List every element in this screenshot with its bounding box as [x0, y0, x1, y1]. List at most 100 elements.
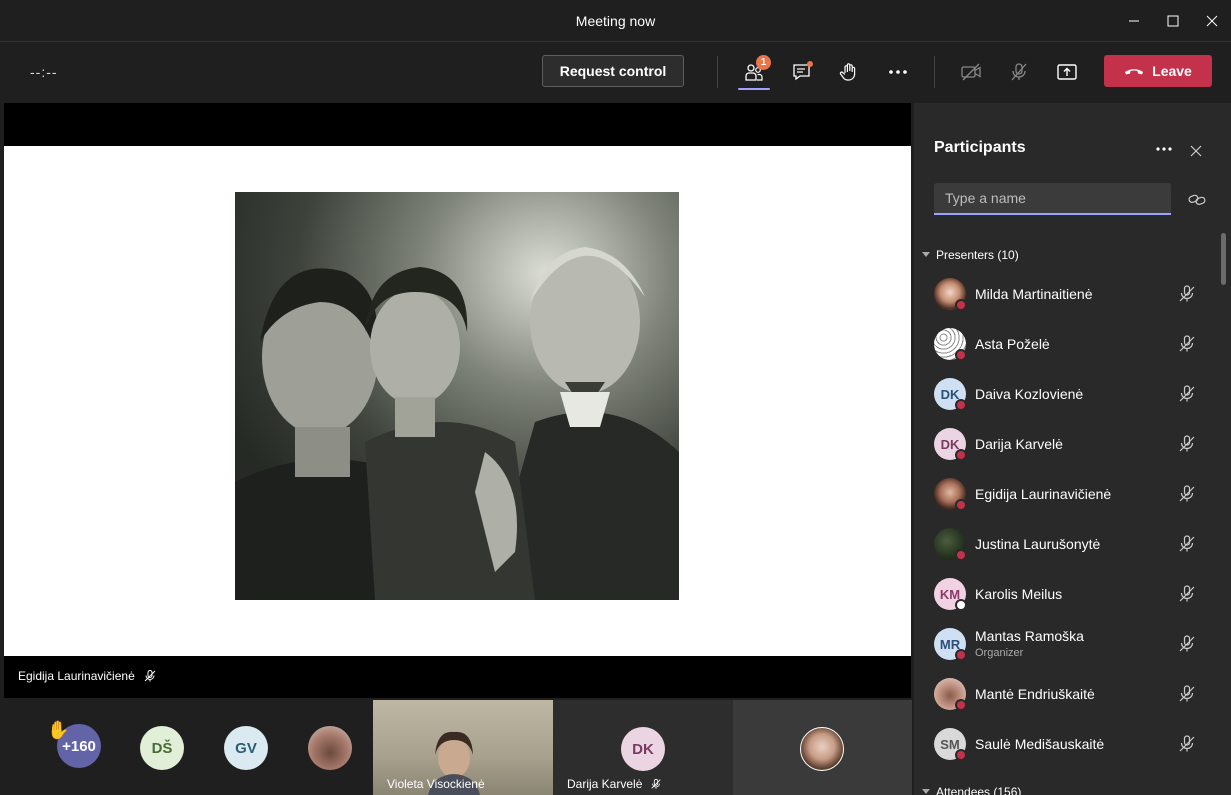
panel-close-button[interactable]: [1186, 141, 1206, 161]
close-icon: [1206, 15, 1218, 27]
meeting-toolbar: --:-- Request control 1 Leave: [0, 42, 1231, 102]
avatar-initials: DŠ: [151, 739, 173, 757]
panel-title: Participants: [934, 139, 1026, 156]
link-icon: [1188, 194, 1206, 205]
section-label: Presenters (10): [936, 248, 1019, 262]
minimize-icon: [1129, 20, 1139, 22]
presenter-name: Egidija Laurinavičienė: [18, 669, 135, 683]
participant-row[interactable]: Justina Laurušonytė: [914, 519, 1219, 569]
participant-row[interactable]: Milda Martinaitienė: [914, 269, 1219, 319]
attendees-section-header[interactable]: Attendees (156): [922, 785, 1021, 795]
participants-button[interactable]: 1: [738, 55, 771, 88]
camera-toggle-button[interactable]: [955, 56, 987, 88]
participant-avatar-gv[interactable]: GV: [224, 726, 268, 770]
participant-avatar-photo[interactable]: [308, 726, 352, 770]
close-window-button[interactable]: [1197, 8, 1227, 34]
presence-status-icon: [955, 749, 967, 761]
presence-status-icon: [955, 399, 967, 411]
participant-row[interactable]: Mantė Endriuškaitė: [914, 669, 1219, 719]
mic-off-icon[interactable]: [1177, 384, 1197, 404]
participants-panel: Participants Presenters (10) Milda Marti…: [914, 103, 1231, 795]
mic-off-icon: [651, 778, 661, 789]
section-label: Attendees (156): [936, 785, 1022, 795]
vintage-family-photo: [235, 192, 679, 600]
video-tile-darija[interactable]: DK Darija Karvelė: [553, 700, 733, 795]
participant-row[interactable]: Egidija Laurinavičienė: [914, 469, 1219, 519]
presence-status-icon: [955, 349, 967, 361]
chevron-down-icon: [922, 789, 930, 794]
participant-row[interactable]: KM Karolis Meilus: [914, 569, 1219, 619]
title-bar: Meeting now: [0, 0, 1231, 42]
panel-scrollbar[interactable]: [1221, 233, 1226, 285]
participant-name: Saulė Medišauskaitė: [975, 736, 1105, 752]
mic-toggle-button[interactable]: [1003, 56, 1035, 88]
raised-hand-icon: ✋: [47, 720, 70, 740]
presence-status-icon: [955, 599, 967, 611]
window-title: Meeting now: [575, 13, 656, 29]
panel-more-button[interactable]: [1152, 139, 1176, 159]
meeting-timer: --:--: [30, 64, 58, 80]
camera-off-icon: [961, 63, 981, 81]
participant-name: Darija Karvelė: [975, 436, 1063, 452]
participant-row[interactable]: DK Daiva Kozlovienė: [914, 369, 1219, 419]
more-icon: [1156, 147, 1172, 151]
participant-name: Asta Poželė: [975, 336, 1050, 352]
mic-off-icon[interactable]: [1177, 334, 1197, 354]
close-icon: [1190, 145, 1202, 157]
mic-off-icon[interactable]: [1177, 284, 1197, 304]
mic-off-icon[interactable]: [1177, 484, 1197, 504]
participant-name: Mantas Ramoška: [975, 628, 1084, 644]
participant-row[interactable]: MR Mantas Ramoška Organizer: [914, 619, 1219, 669]
minimize-button[interactable]: [1119, 8, 1149, 34]
share-screen-button[interactable]: [1051, 56, 1083, 88]
presence-status-icon: [955, 499, 967, 511]
tile-name-label: Violeta Visockienė: [387, 777, 485, 791]
tile-name: Darija Karvelė: [567, 777, 643, 791]
presenters-section-header[interactable]: Presenters (10): [922, 248, 1019, 262]
tile-name-label: Darija Karvelė: [567, 777, 662, 791]
mic-off-icon[interactable]: [1177, 434, 1197, 454]
mic-off-icon[interactable]: [1177, 634, 1197, 654]
participant-strip: +160 ✋ DŠ GV Violeta Visockienė DK Darij…: [0, 700, 912, 795]
participant-role: Organizer: [975, 647, 1024, 659]
maximize-button[interactable]: [1158, 8, 1188, 34]
chat-button[interactable]: [786, 56, 818, 88]
toolbar-divider: [934, 56, 935, 88]
more-actions-button[interactable]: [882, 56, 914, 88]
leave-label: Leave: [1152, 63, 1192, 79]
participant-row[interactable]: SM Saulė Medišauskaitė: [914, 719, 1219, 769]
mic-off-icon: [1011, 63, 1027, 81]
mic-off-icon[interactable]: [1177, 534, 1197, 554]
participant-row[interactable]: Asta Poželė: [914, 319, 1219, 369]
mic-off-icon: [144, 670, 156, 682]
participant-avatar-ds[interactable]: DŠ: [140, 726, 184, 770]
mic-off-icon[interactable]: [1177, 584, 1197, 604]
hand-icon: [839, 63, 856, 81]
self-avatar: [800, 727, 844, 771]
shared-content-stage: Egidija Laurinavičienė: [4, 103, 911, 698]
leave-button[interactable]: Leave: [1104, 55, 1212, 87]
share-invite-button[interactable]: [1186, 189, 1208, 211]
tile-name: Violeta Visockienė: [387, 777, 485, 791]
participant-search-input[interactable]: [934, 183, 1171, 215]
hang-up-icon: [1125, 69, 1144, 75]
participant-row[interactable]: DK Darija Karvelė: [914, 419, 1219, 469]
share-icon: [1057, 64, 1077, 80]
mic-off-icon[interactable]: [1177, 734, 1197, 754]
presence-status-icon: [955, 649, 967, 661]
participant-name: Egidija Laurinavičienė: [975, 486, 1112, 502]
chevron-down-icon: [922, 252, 930, 257]
photo-illustration: [235, 192, 679, 600]
request-control-button[interactable]: Request control: [542, 55, 684, 87]
raise-hand-button[interactable]: [833, 56, 865, 88]
participant-name: Milda Martinaitienė: [975, 286, 1093, 302]
participant-name: Daiva Kozlovienė: [975, 386, 1084, 402]
shared-slide: [4, 146, 911, 656]
video-tile-self[interactable]: [733, 700, 912, 795]
presence-status-icon: [955, 549, 967, 561]
video-tile-violeta[interactable]: Violeta Visockienė: [373, 700, 553, 795]
toolbar-divider: [717, 56, 718, 88]
avatar-initials: DK: [632, 740, 654, 758]
mic-off-icon[interactable]: [1177, 684, 1197, 704]
participant-name: Mantė Endriuškaitė: [975, 686, 1095, 702]
